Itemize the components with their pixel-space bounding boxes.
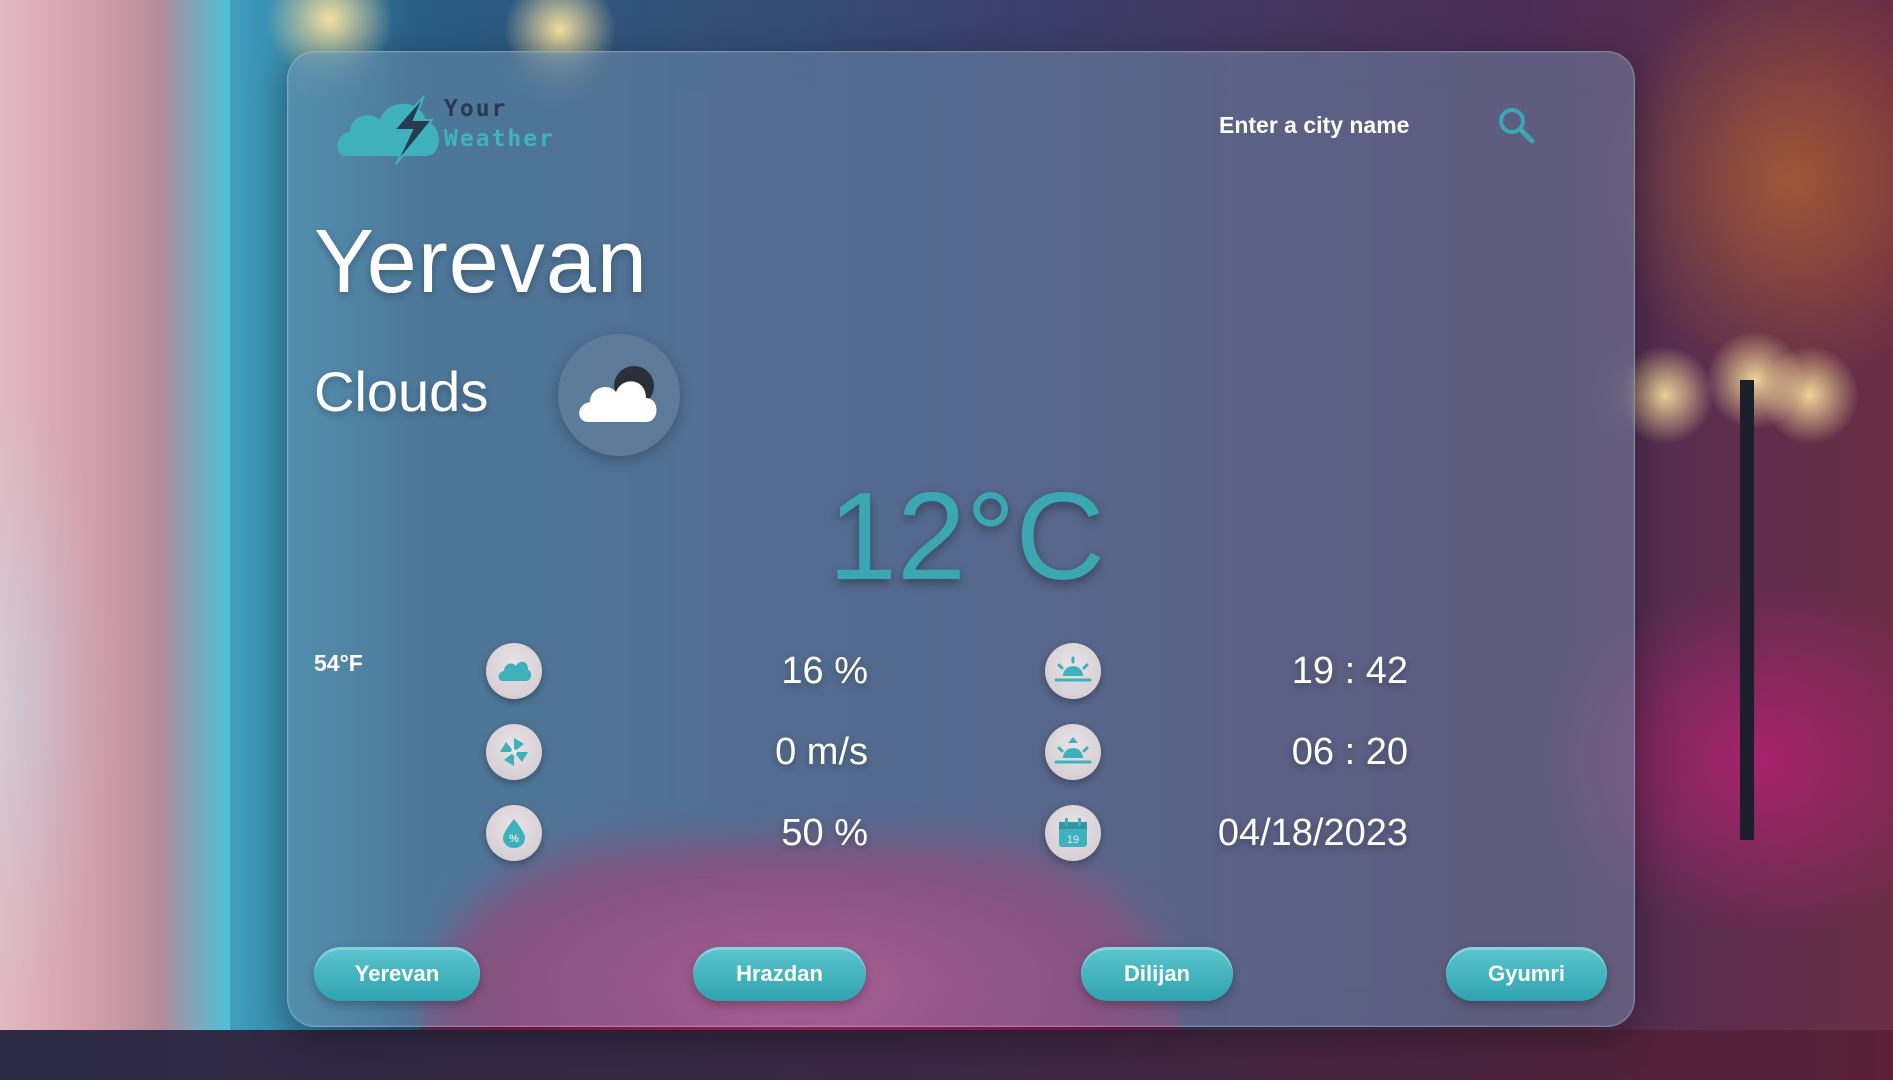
calendar-icon: 19 xyxy=(1045,805,1101,861)
date-value: 04/18/2023 xyxy=(1217,812,1408,854)
weather-card: Your Weather Yerevan Clouds 12°C 54°F 16… xyxy=(287,51,1635,1027)
humidity-value: 50 % xyxy=(781,812,868,854)
cloud-icon xyxy=(486,643,542,699)
humidity-drop-icon: % xyxy=(486,805,542,861)
condition-icon-badge xyxy=(558,334,680,456)
weather-condition: Clouds xyxy=(314,360,489,423)
cloudiness-value: 16 % xyxy=(781,650,868,692)
cloud-moon-icon xyxy=(579,366,657,422)
city-button-gyumri[interactable]: Gyumri xyxy=(1446,947,1607,1001)
background-street xyxy=(0,1030,1893,1080)
search-button[interactable] xyxy=(1493,102,1539,148)
background-lamp-post xyxy=(1740,380,1754,840)
calendar-day-number: 19 xyxy=(1067,834,1079,846)
temperature-celsius: 12°C xyxy=(828,468,1106,606)
city-name: Yerevan xyxy=(314,212,648,312)
temperature-fahrenheit: 54°F xyxy=(314,650,363,676)
city-button-dilijan[interactable]: Dilijan xyxy=(1081,947,1233,1001)
search-icon xyxy=(1499,108,1535,144)
logo-text-weather: Weather xyxy=(444,126,555,152)
app-logo[interactable]: Your Weather xyxy=(336,86,566,166)
city-button-yerevan[interactable]: Yerevan xyxy=(314,947,480,1001)
svg-text:%: % xyxy=(509,833,519,845)
sunrise-time-value: 06 : 20 xyxy=(1291,731,1408,773)
logo-text-your: Your xyxy=(444,96,508,122)
city-search-input[interactable] xyxy=(1219,105,1479,145)
search-bar xyxy=(1209,102,1539,148)
wind-speed-value: 0 m/s xyxy=(775,731,868,773)
sunset-icon xyxy=(1045,643,1101,699)
city-button-hrazdan[interactable]: Hrazdan xyxy=(693,947,866,1001)
cloud-lightning-logo-icon xyxy=(337,95,439,164)
background-pillar xyxy=(0,0,230,1080)
sunset-time-value: 19 : 42 xyxy=(1291,650,1408,692)
wind-pinwheel-icon xyxy=(486,724,542,780)
sunrise-icon xyxy=(1045,724,1101,780)
